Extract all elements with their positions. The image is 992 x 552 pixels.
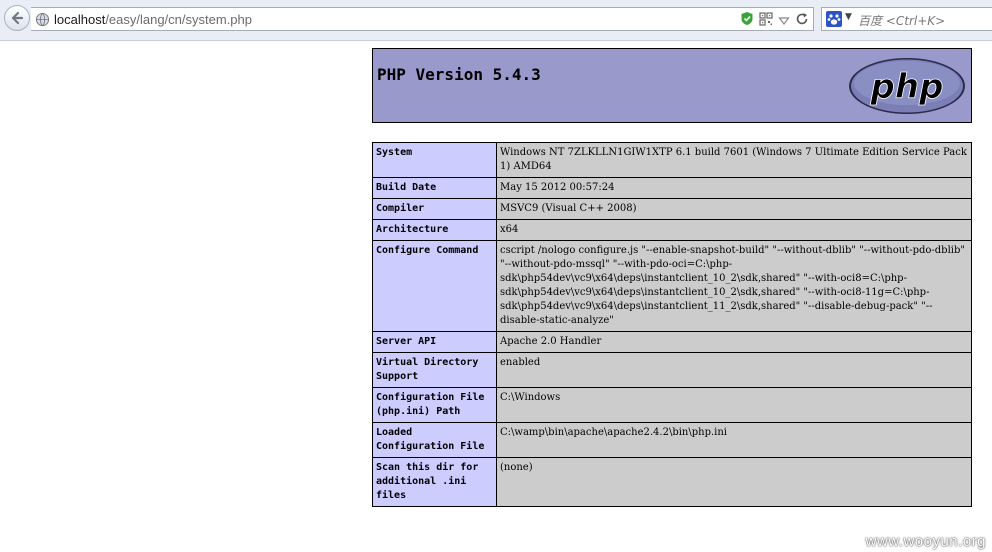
row-label: Compiler <box>372 198 497 220</box>
table-row: Configuration File (php.ini) Path C:\Wind… <box>372 387 972 423</box>
row-value: C:\Windows <box>496 387 972 423</box>
row-label: Architecture <box>372 219 497 241</box>
row-value: C:\wamp\bin\apache\apache2.4.2\bin\php.i… <box>496 422 972 458</box>
globe-icon <box>35 12 50 27</box>
row-value: Windows NT 7ZLKLLN1GIW1XTP 6.1 build 760… <box>496 142 972 178</box>
row-value: MSVC9 (Visual C++ 2008) <box>496 198 972 220</box>
phpinfo-header: PHP Version 5.4.3 php <box>372 48 972 123</box>
row-value: cscript /nologo configure.js "--enable-s… <box>496 240 972 332</box>
page-title: PHP Version 5.4.3 <box>377 65 541 84</box>
table-row: Scan this dir for additional .ini files(… <box>372 457 972 507</box>
php-logo-text: php <box>870 67 944 107</box>
url-text[interactable]: localhost/easy/lang/cn/system.php <box>54 12 252 27</box>
qr-code-icon[interactable] <box>759 11 773 30</box>
row-label: Configuration File (php.ini) Path <box>372 387 497 423</box>
table-row: Architecture x64 <box>372 219 972 241</box>
row-value: Apache 2.0 Handler <box>496 331 972 353</box>
watermark: www.wooyun.org <box>865 533 986 550</box>
engine-dropdown-icon[interactable]: ▼ <box>845 12 852 22</box>
row-value: May 15 2012 00:57:24 <box>496 177 972 199</box>
url-icons <box>740 11 809 29</box>
table-row: System Windows NT 7ZLKLLN1GIW1XTP 6.1 bui… <box>372 142 972 178</box>
search-box[interactable]: ▼ 百度 <Ctrl+K> <box>821 7 992 31</box>
table-row: Compiler MSVC9 (Visual C++ 2008) <box>372 198 972 220</box>
reload-icon[interactable] <box>795 11 809 30</box>
row-value: x64 <box>496 219 972 241</box>
table-row: Virtual Directory Support enabled <box>372 352 972 388</box>
table-row: Build Date May 15 2012 00:57:24 <box>372 177 972 199</box>
row-label: Scan this dir for additional .ini files <box>372 457 497 507</box>
row-label: Configure Command <box>372 240 497 332</box>
row-label: System <box>372 142 497 178</box>
address-bar[interactable]: localhost/easy/lang/cn/system.php <box>31 7 814 31</box>
row-label: Server API <box>372 331 497 353</box>
search-placeholder: 百度 <Ctrl+K> <box>858 14 946 28</box>
arrow-left-icon <box>11 11 24 25</box>
row-value: enabled <box>496 352 972 388</box>
row-label: Loaded Configuration File <box>372 422 497 458</box>
row-label: Build Date <box>372 177 497 199</box>
url-host: localhost <box>54 12 106 27</box>
back-button[interactable] <box>4 5 30 31</box>
table-row: Server API Apache 2.0 Handler <box>372 331 972 353</box>
table-row: Loaded Configuration File C:\wamp\bin\apa… <box>372 422 972 458</box>
shield-icon[interactable] <box>740 11 754 30</box>
php-logo[interactable]: php <box>847 56 967 116</box>
dropdown-arrow-icon[interactable] <box>778 11 790 30</box>
phpinfo-content: PHP Version 5.4.3 php System Windows NT 7… <box>372 48 972 507</box>
phpinfo-table: System Windows NT 7ZLKLLN1GIW1XTP 6.1 bui… <box>372 142 972 507</box>
row-value: (none) <box>496 457 972 507</box>
browser-toolbar: localhost/easy/lang/cn/system.php ▼ 百度 <… <box>0 0 992 41</box>
row-label: Virtual Directory Support <box>372 352 497 388</box>
baidu-paw-icon[interactable] <box>826 11 842 27</box>
url-path: /easy/lang/cn/system.php <box>105 12 253 27</box>
table-row: Configure Command cscript /nologo configu… <box>372 240 972 332</box>
